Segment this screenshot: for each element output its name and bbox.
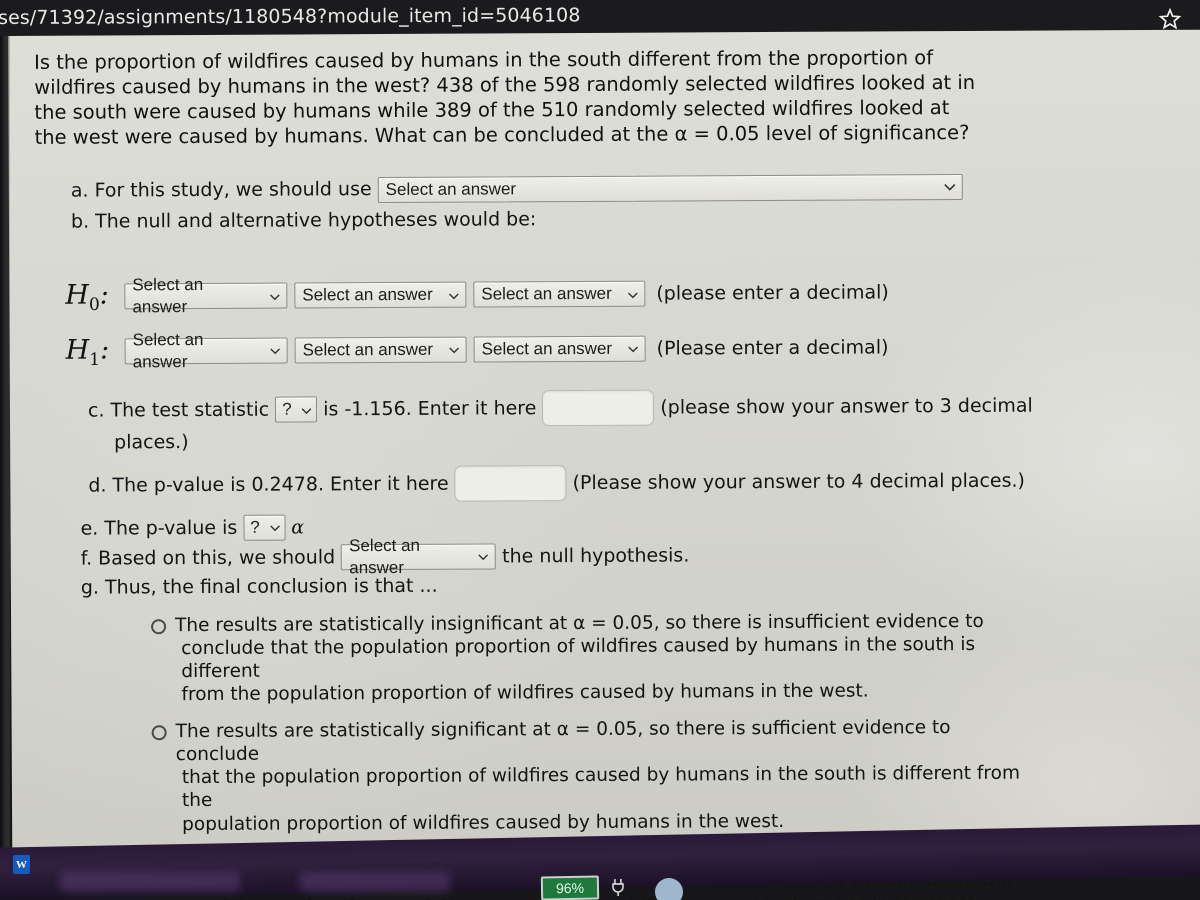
monitor-screen: ses/71392/assignments/1180548?module_ite… <box>0 0 1200 900</box>
p-value-input[interactable] <box>454 464 567 502</box>
h1-label: H1: <box>66 332 118 371</box>
part-c-suffix: (please show your answer to 3 decimal <box>660 394 1033 419</box>
part-a-select-value: Select an answer <box>385 178 517 199</box>
radio-icon[interactable] <box>151 618 167 634</box>
chevron-down-icon <box>944 180 956 193</box>
chevron-down-icon <box>627 288 638 301</box>
part-f-prefix: f. Based on this, we should <box>80 545 336 570</box>
taskbar-glow-1 <box>60 872 240 892</box>
radio-icon[interactable] <box>151 725 167 741</box>
h0-symbol: H <box>65 279 89 311</box>
h1-select-3[interactable]: Select an answer <box>473 335 646 363</box>
parts-c-through-g: c. The test statistic ? is -1.156. Enter… <box>81 387 1185 600</box>
conclusion-option-1[interactable]: The results are statistically insignific… <box>151 608 1185 706</box>
problem-statement: Is the proportion of wildfires caused by… <box>34 46 976 150</box>
part-f-select[interactable]: Select an answer <box>341 536 497 577</box>
test-statistic-input[interactable] <box>542 389 655 427</box>
part-c-row: c. The test statistic ? is -1.156. Enter… <box>88 387 1184 429</box>
null-hypothesis-row: H0: Select an answer Select an answer Se… <box>65 272 1183 316</box>
hypotheses-block: H0: Select an answer Select an answer Se… <box>65 272 1183 371</box>
h0-subscript: 0 <box>88 295 100 316</box>
h0-select-1[interactable]: Select an answer <box>124 275 288 317</box>
h1-select-1[interactable]: Select an answer <box>124 330 288 371</box>
h1-select-2[interactable]: Select an answer <box>294 336 467 364</box>
part-g-row: g. Thus, the final conclusion is that ..… <box>81 570 1185 600</box>
h1-select-3-value: Select an answer <box>481 338 613 359</box>
part-c-prefix: c. The test statistic <box>87 398 270 422</box>
option-1-line-1: The results are statistically insignific… <box>175 610 984 636</box>
h1-subscript: 1 <box>89 349 101 370</box>
h0-colon: : <box>99 279 109 311</box>
chevron-down-icon <box>449 343 460 356</box>
part-b-label: b. The null and alternative hypotheses w… <box>70 207 537 233</box>
chevron-down-icon <box>269 290 280 303</box>
part-c-suffix-2: places.) <box>114 431 189 454</box>
part-c-middle: is -1.156. Enter it here <box>323 397 537 421</box>
parts-a-b: a. For this study, we should use Select … <box>71 172 1183 234</box>
h1-symbol: H <box>65 334 90 366</box>
conclusion-option-1-text: The results are statistically insignific… <box>175 609 1020 706</box>
screen-left-edge <box>0 36 10 868</box>
part-f-select-value: Select an answer <box>349 535 421 578</box>
alternative-hypothesis-row: H1: Select an answer Select an answer Se… <box>66 327 1184 371</box>
h0-select-3-value: Select an answer <box>481 284 612 304</box>
chevron-down-icon <box>301 403 312 416</box>
h0-note: (please enter a decimal) <box>656 281 889 305</box>
part-e-row: e. The p-value is ? α <box>81 510 1185 542</box>
option-2-line-2: that the population proportion of wildfi… <box>181 763 1021 812</box>
h0-select-2[interactable]: Select an answer <box>294 282 467 309</box>
chevron-down-icon <box>448 289 459 302</box>
option-2-line-1: The results are statistically significan… <box>175 717 951 766</box>
chevron-down-icon <box>478 550 489 563</box>
word-taskbar-icon[interactable]: W <box>13 855 30 874</box>
part-d-row: d. The p-value is 0.2478. Enter it here … <box>88 462 1184 504</box>
assignment-page: Is the proportion of wildfires caused by… <box>8 29 1200 900</box>
part-g-label: g. Thus, the final conclusion is that ..… <box>80 574 438 599</box>
part-e-select-value: ? <box>250 517 260 537</box>
part-d-prefix: d. The p-value is 0.2478. Enter it here <box>88 472 449 497</box>
part-f-row: f. Based on this, we should Select an an… <box>80 536 1185 577</box>
part-e-alpha: α <box>291 516 305 539</box>
part-c-select[interactable]: ? <box>275 396 318 423</box>
url-text[interactable]: ses/71392/assignments/1180548?module_ite… <box>0 4 581 29</box>
chevron-down-icon <box>269 521 280 534</box>
part-f-suffix: the null hypothesis. <box>502 544 690 567</box>
h1-select-1-value: Select an answer <box>132 329 204 372</box>
chevron-down-icon <box>628 342 639 355</box>
part-c-select-value: ? <box>282 399 292 419</box>
taskbar-glow-2 <box>300 872 450 892</box>
part-d-suffix: (Please show your answer to 4 decimal pl… <box>572 469 1026 494</box>
power-plug-icon[interactable] <box>610 878 626 897</box>
h0-select-3[interactable]: Select an answer <box>473 281 646 309</box>
part-b-row: b. The null and alternative hypotheses w… <box>71 203 1183 234</box>
option-1-line-2: conclude that the population proportion … <box>181 633 976 682</box>
conclusion-option-2[interactable]: The results are statistically significan… <box>151 715 1187 836</box>
h0-label: H0: <box>65 278 117 317</box>
h0-select-2-value: Select an answer <box>302 285 433 305</box>
part-a-label: a. For this study, we should use <box>70 178 372 202</box>
battery-status-badge[interactable]: 96% <box>540 875 600 900</box>
chevron-down-icon <box>270 344 281 357</box>
h1-colon: : <box>99 334 110 366</box>
part-e-prefix: e. The p-value is <box>80 516 238 540</box>
h1-select-2-value: Select an answer <box>302 339 434 360</box>
option-1-line-3: from the population proportion of wildfi… <box>181 680 869 706</box>
h0-select-1-value: Select an answer <box>132 275 204 317</box>
part-a-row: a. For this study, we should use Select … <box>71 172 1183 204</box>
h1-note: (Please enter a decimal) <box>656 336 889 360</box>
taskbar-circle-icon[interactable] <box>655 878 683 900</box>
part-e-select[interactable]: ? <box>243 514 286 541</box>
bookmark-star-icon[interactable] <box>1158 7 1182 31</box>
part-a-select[interactable]: Select an answer <box>377 173 963 203</box>
conclusion-option-2-text: The results are statistically significan… <box>176 716 1022 836</box>
